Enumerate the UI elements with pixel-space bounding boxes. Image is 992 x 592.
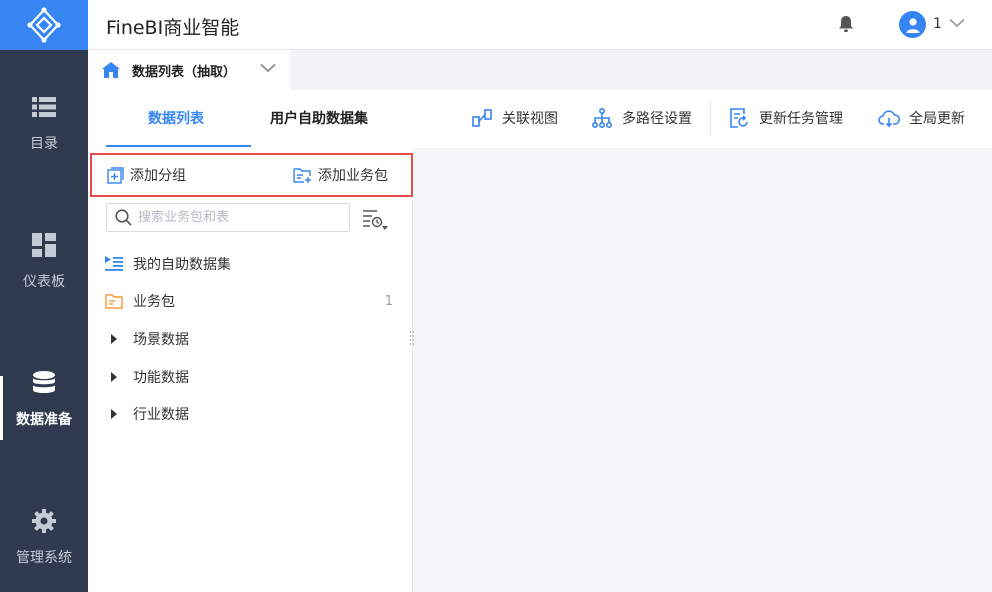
tree-item-label: 功能数据	[133, 370, 189, 386]
add-package-label: 添加业务包	[318, 168, 388, 184]
active-tab-indicator	[106, 145, 251, 147]
nav-label: 仪表板	[23, 274, 65, 290]
nav-item-admin[interactable]: 管理系统	[0, 464, 88, 584]
home-icon	[102, 62, 120, 78]
tab-strip: 数据列表（抽取）	[88, 50, 992, 90]
folder-icon	[105, 292, 123, 310]
user-name[interactable]: 1	[933, 16, 942, 32]
search-icon	[115, 209, 132, 226]
tree-item-industry-data[interactable]: 行业数据	[105, 402, 395, 426]
content-area	[414, 148, 992, 592]
update-task-label: 更新任务管理	[759, 111, 843, 127]
nav-item-data-prep[interactable]: 数据准备	[0, 326, 88, 446]
package-panel: 添加分组 添加业务包 我的自助数据集	[88, 148, 413, 592]
chevron-down-icon[interactable]	[260, 63, 276, 73]
tree-item-feature-data[interactable]: 功能数据	[105, 365, 395, 389]
tab-self-service-dataset[interactable]: 用户自助数据集	[270, 108, 368, 128]
add-group-button[interactable]: 添加分组	[107, 165, 186, 185]
chevron-down-icon[interactable]	[949, 18, 965, 28]
app-title: FineBI商业智能	[106, 17, 240, 39]
avatar[interactable]	[899, 11, 926, 38]
toolbar-divider	[710, 102, 711, 134]
caret-right-icon[interactable]	[105, 368, 123, 386]
gear-icon	[31, 508, 57, 534]
tree-item-label: 行业数据	[133, 407, 189, 423]
multi-path-button[interactable]: 多路径设置	[591, 107, 692, 129]
update-task-button[interactable]: 更新任务管理	[728, 107, 843, 129]
search-field[interactable]	[106, 203, 350, 232]
list-icon	[31, 94, 57, 120]
top-header: FineBI商业智能 1	[88, 0, 992, 50]
nav-item-dashboard[interactable]: 仪表板	[0, 188, 88, 308]
caret-right-icon[interactable]	[105, 330, 123, 348]
tree-item-business-package[interactable]: 业务包 1	[105, 289, 395, 313]
multi-path-label: 多路径设置	[622, 111, 692, 127]
tree-item-self-dataset[interactable]: 我的自助数据集	[105, 252, 395, 276]
tree-item-label: 我的自助数据集	[133, 257, 231, 273]
logo-icon	[27, 7, 61, 43]
hierarchy-icon	[591, 107, 613, 129]
database-icon	[31, 370, 57, 396]
global-update-button[interactable]: 全局更新	[878, 107, 965, 129]
self-dataset-icon	[105, 255, 123, 273]
logo[interactable]	[0, 0, 88, 50]
add-package-icon	[293, 167, 311, 183]
relation-view-label: 关联视图	[502, 111, 558, 127]
relation-view-button[interactable]: 关联视图	[471, 107, 558, 129]
add-group-label: 添加分组	[130, 168, 186, 184]
caret-right-icon[interactable]	[105, 405, 123, 423]
sub-header: 数据列表 用户自助数据集 关联视图 多路径设置 更新任务管理 全局更新	[88, 90, 992, 148]
add-package-button[interactable]: 添加业务包	[293, 165, 388, 185]
tree-item-label: 业务包	[133, 294, 175, 310]
task-refresh-icon	[728, 107, 750, 129]
cloud-refresh-icon	[878, 107, 900, 129]
tab-label: 数据列表（抽取）	[132, 64, 237, 80]
tab-data-list-extract[interactable]: 数据列表（抽取）	[88, 50, 290, 90]
nav-item-catalog[interactable]: 目录	[0, 50, 88, 170]
tree-item-scenario-data[interactable]: 场景数据	[105, 327, 395, 351]
relation-view-icon	[471, 107, 493, 129]
nav-label: 目录	[30, 136, 58, 152]
filter-sort-icon[interactable]	[362, 208, 390, 232]
dashboard-icon	[31, 232, 57, 258]
nav-label: 管理系统	[16, 550, 72, 566]
add-group-icon	[107, 166, 124, 184]
search-input[interactable]	[138, 210, 338, 225]
tree-item-label: 场景数据	[133, 332, 189, 348]
user-icon	[906, 17, 919, 33]
left-nav: 目录 仪表板 数据准备 管理系统	[0, 0, 88, 592]
nav-label: 数据准备	[16, 412, 72, 428]
item-count: 1	[384, 293, 393, 309]
tab-data-list[interactable]: 数据列表	[148, 108, 204, 128]
bell-icon[interactable]	[838, 15, 854, 33]
global-update-label: 全局更新	[909, 111, 965, 127]
